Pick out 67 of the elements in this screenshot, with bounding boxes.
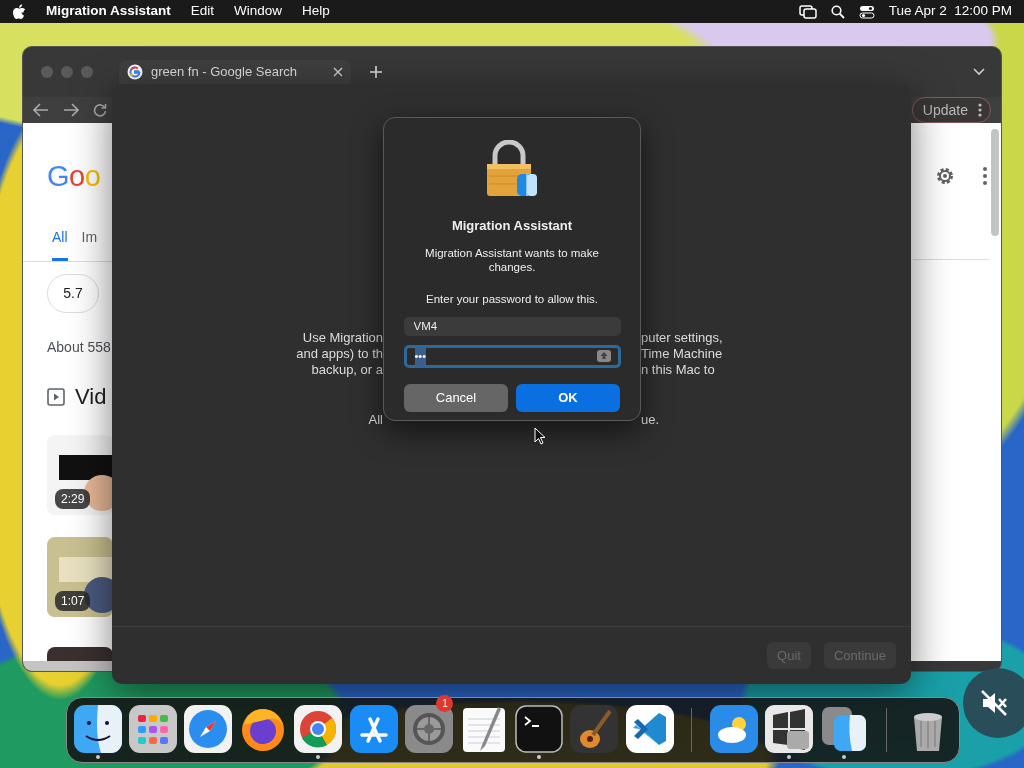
video-thumbnail[interactable]	[47, 647, 113, 661]
mute-button[interactable]	[963, 668, 1024, 738]
cursor-icon	[534, 427, 546, 445]
forward-icon[interactable]	[63, 103, 79, 117]
speaker-muted-icon	[979, 688, 1009, 718]
menu-item[interactable]: Help	[302, 1, 330, 22]
chevron-down-icon[interactable]	[973, 68, 985, 76]
scrollbar[interactable]	[991, 129, 999, 236]
lock-icon	[485, 140, 539, 198]
menu-item[interactable]: Window	[234, 1, 283, 22]
code-editor-icon[interactable]	[625, 705, 674, 753]
intro-text: Use Migration	[301, 330, 383, 346]
dialog-message: Migration Assistant wants to make changes.	[424, 245, 600, 274]
search-tab[interactable]: Im	[81, 227, 98, 261]
gear-icon[interactable]	[404, 705, 453, 753]
apple-icon[interactable]	[12, 3, 26, 20]
intro-text: backup, or a	[310, 362, 383, 378]
app-grid-icon[interactable]	[128, 705, 177, 753]
more-icon[interactable]	[983, 167, 987, 185]
video-thumbnail[interactable]: 2:29	[47, 435, 113, 515]
notepad-icon[interactable]	[460, 705, 508, 753]
notification-badge: 1	[436, 695, 454, 712]
browser-tab[interactable]: green fn - Google Search	[119, 60, 351, 84]
ok-button[interactable]: OK	[516, 383, 620, 412]
compass-icon[interactable]	[184, 705, 232, 753]
back-icon[interactable]	[33, 103, 49, 117]
section-heading: Vid	[75, 383, 107, 411]
cancel-button[interactable]: Cancel	[404, 383, 508, 412]
windows-icon[interactable]	[798, 4, 817, 19]
duration-badge: 2:29	[55, 489, 91, 509]
video-icon	[47, 387, 65, 406]
password-field[interactable]: •••	[403, 344, 621, 368]
search-tab[interactable]: All	[52, 227, 68, 261]
search-icon[interactable]	[830, 4, 845, 19]
dialog-title: Migration Assistant	[451, 217, 573, 235]
logo: Goo	[47, 159, 102, 193]
google-icon	[127, 64, 143, 80]
video-thumbnail[interactable]: 1:07	[47, 537, 113, 617]
intro-text: puter settings,	[641, 330, 723, 346]
toggle-icon[interactable]	[858, 4, 875, 19]
migration-icon[interactable]	[820, 705, 869, 753]
result-count: About 558	[47, 338, 112, 357]
chrome-icon[interactable]	[294, 705, 343, 753]
key-icon	[595, 349, 612, 364]
duration-badge: 1:07	[55, 591, 91, 611]
more-icon	[978, 103, 982, 117]
intro-text: n this Mac to	[641, 362, 716, 378]
dialog-prompt: Enter your password to allow this.	[426, 291, 598, 307]
weather-icon[interactable]	[709, 705, 758, 753]
menu-item[interactable]: Edit	[190, 1, 215, 22]
app-store-icon[interactable]	[349, 705, 398, 753]
guitar-icon[interactable]	[570, 705, 619, 753]
close-icon[interactable]	[333, 67, 343, 77]
terminal-icon[interactable]	[515, 705, 564, 753]
finder-icon[interactable]	[73, 705, 122, 753]
intro-text: and apps) to th	[295, 346, 383, 362]
note-text: All	[368, 412, 383, 427]
settings-icon[interactable]	[934, 165, 956, 187]
intro-text: Time Machine	[641, 346, 723, 362]
reload-icon[interactable]	[93, 103, 107, 117]
update-button[interactable]: Update	[911, 97, 991, 123]
plus-icon[interactable]	[369, 65, 383, 79]
username-field[interactable]: VM4	[403, 316, 621, 336]
app-menu[interactable]: Migration Assistant	[46, 1, 171, 22]
scrollbar[interactable]	[23, 661, 113, 671]
note-text: ue.	[641, 412, 660, 427]
clock[interactable]: Tue Apr 2 12:00 PM	[888, 1, 1012, 22]
